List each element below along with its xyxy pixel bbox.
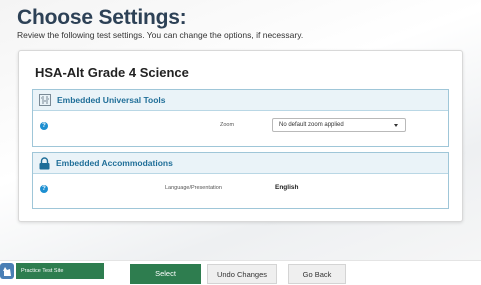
tools-grid-icon	[39, 94, 51, 106]
info-icon[interactable]: ?	[40, 185, 48, 193]
test-name: HSA-Alt Grade 4 Science	[35, 65, 189, 80]
zoom-select-value: No default zoom applied	[279, 122, 344, 128]
undo-changes-button[interactable]: Undo Changes	[207, 264, 277, 284]
page-subtitle: Review the following test settings. You …	[17, 30, 304, 40]
lock-icon	[39, 156, 50, 170]
zoom-label: Zoom	[220, 122, 235, 128]
practice-site-button[interactable]: Practice Test Site	[16, 263, 104, 279]
universal-tools-header: Embedded Universal Tools	[33, 90, 448, 111]
chevron-down-icon	[394, 124, 398, 127]
accommodations-title: Embedded Accommodations	[56, 158, 173, 168]
universal-tools-section: Embedded Universal Tools ? Zoom No defau…	[32, 89, 449, 147]
practice-site-group: Practice Test Site	[0, 263, 104, 279]
go-back-button[interactable]: Go Back	[288, 264, 346, 284]
language-label: Language/Presentation	[165, 185, 222, 191]
zoom-select[interactable]: No default zoom applied	[272, 118, 406, 132]
accommodations-header: Embedded Accommodations	[33, 153, 448, 174]
info-icon[interactable]: ?	[40, 122, 48, 130]
select-button[interactable]: Select	[130, 264, 201, 284]
settings-card: HSA-Alt Grade 4 Science Embedded Univers…	[18, 50, 463, 222]
language-row: ? Language/Presentation English	[33, 174, 448, 208]
practice-icon	[0, 263, 14, 279]
page-title: Choose Settings:	[17, 6, 187, 29]
accommodations-section: Embedded Accommodations ? Language/Prese…	[32, 152, 449, 209]
universal-tools-title: Embedded Universal Tools	[57, 95, 166, 105]
zoom-row: ? Zoom No default zoom applied	[33, 111, 448, 145]
language-value: English	[275, 184, 299, 191]
